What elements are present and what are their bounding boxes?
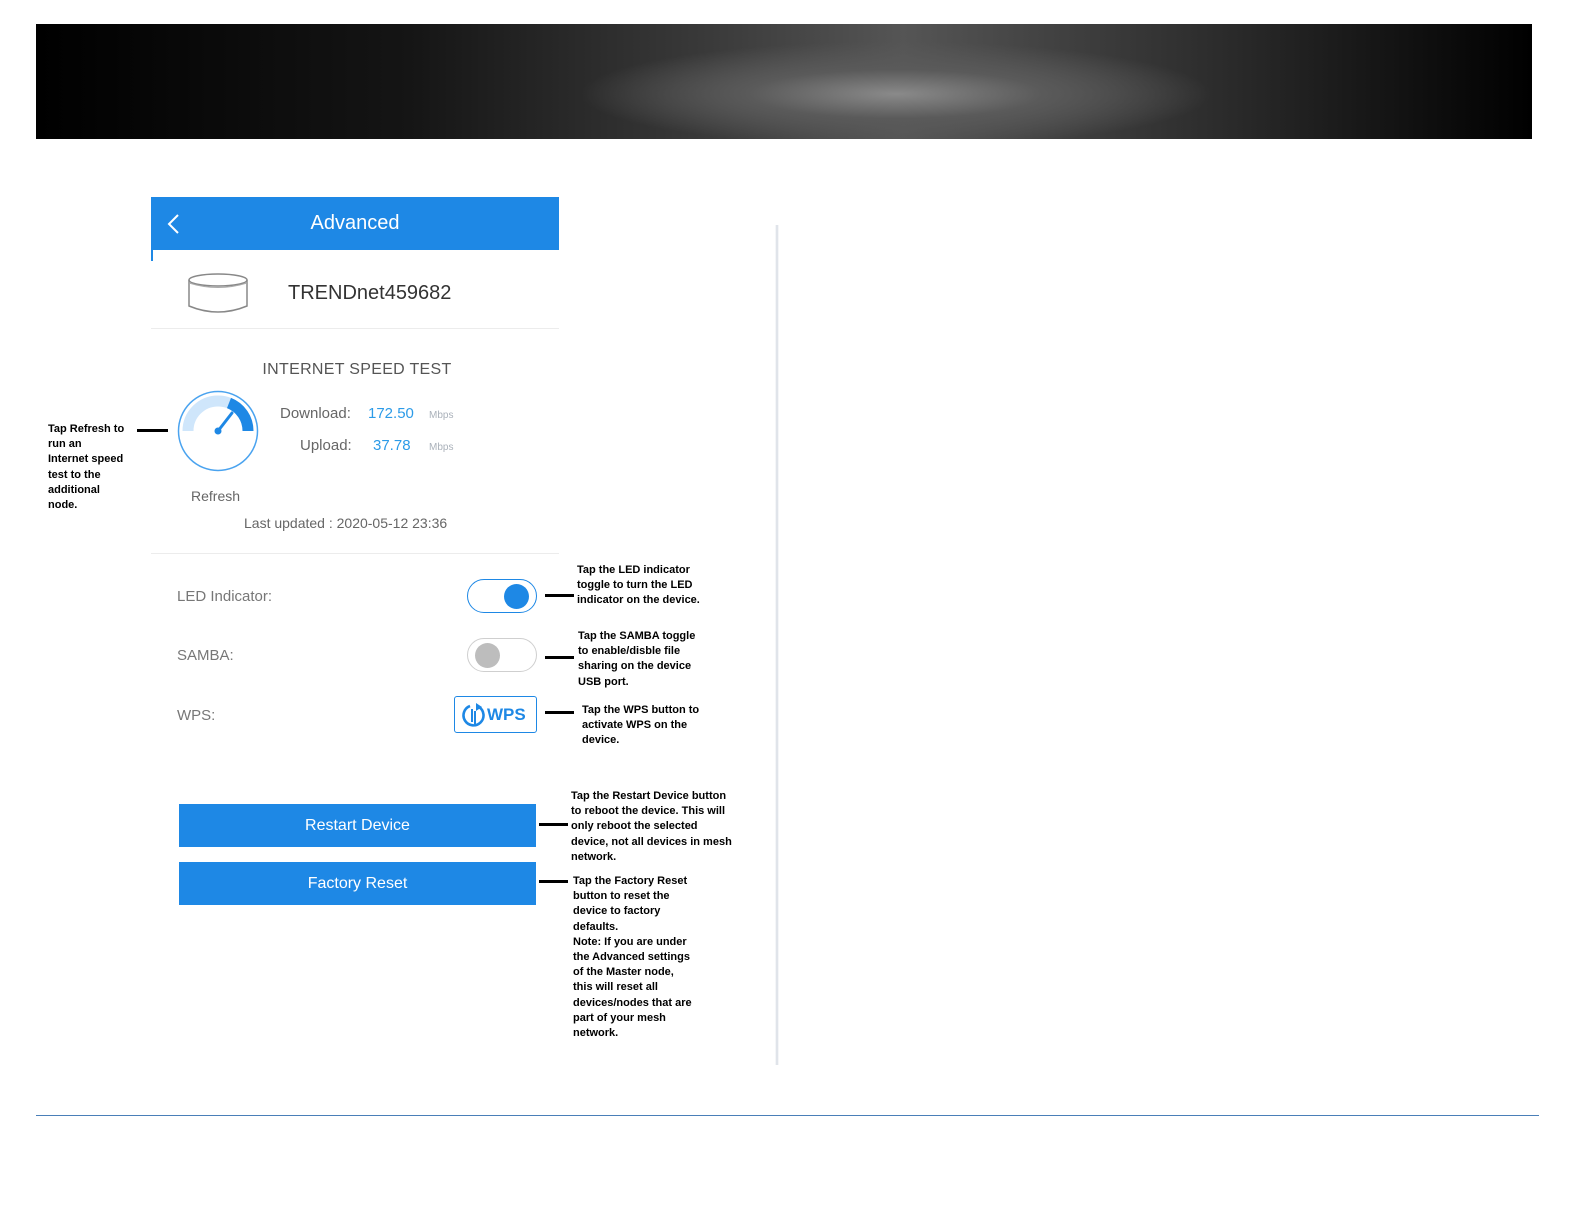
header-edge xyxy=(151,250,153,261)
restart-device-button[interactable]: Restart Device xyxy=(179,804,536,847)
separator xyxy=(151,553,559,554)
callout-factory: Tap the Factory Reset button to reset th… xyxy=(573,875,692,1040)
callout-wps: Tap the WPS button to activate WPS on th… xyxy=(582,704,700,747)
callout-led: Tap the LED indicator toggle to turn the… xyxy=(577,564,700,607)
callout-pointer xyxy=(539,823,568,826)
wps-button-label: WPS xyxy=(487,705,526,724)
speed-test-title: INTERNET SPEED TEST xyxy=(262,361,452,378)
led-indicator-toggle[interactable] xyxy=(467,579,537,613)
download-label: Download: xyxy=(280,405,351,422)
download-value: 172.50 xyxy=(368,405,414,422)
toggle-knob xyxy=(504,584,529,609)
refresh-label[interactable]: Refresh xyxy=(191,488,240,504)
callout-pointer xyxy=(545,711,574,714)
separator xyxy=(151,328,559,329)
footer-rule xyxy=(36,1115,1539,1116)
router-device-icon xyxy=(188,273,248,313)
factory-reset-button[interactable]: Factory Reset xyxy=(179,862,536,905)
callout-pointer xyxy=(545,594,574,597)
last-updated: Last updated : 2020-05-12 23:36 xyxy=(244,515,448,531)
wps-icon xyxy=(462,703,485,727)
advanced-screen: Advanced TRENDnet459682 INTERNET SPEED T… xyxy=(151,197,559,917)
page-banner xyxy=(36,24,1532,139)
upload-label: Upload: xyxy=(300,437,352,454)
speedometer-icon[interactable] xyxy=(176,389,260,473)
samba-toggle[interactable] xyxy=(467,638,537,672)
callout-samba: Tap the SAMBA toggle to enable/disble fi… xyxy=(578,630,696,688)
callout-pointer xyxy=(539,880,568,883)
device-name: TRENDnet459682 xyxy=(288,282,452,304)
toggle-knob xyxy=(475,643,500,668)
callout-restart: Tap the Restart Device button to reboot … xyxy=(571,790,732,863)
callout-pointer xyxy=(137,429,168,432)
callout-pointer xyxy=(545,656,574,659)
wps-button[interactable]: WPS xyxy=(454,696,537,733)
callout-refresh: Tap Refresh to run an Internet speed tes… xyxy=(48,423,125,512)
page-title: Advanced xyxy=(310,212,400,234)
led-indicator-label: LED Indicator: xyxy=(177,588,273,605)
upload-value: 37.78 xyxy=(373,437,411,454)
header-bar: Advanced xyxy=(151,197,559,250)
samba-label: SAMBA: xyxy=(177,647,234,664)
wps-label: WPS: xyxy=(177,707,216,724)
download-unit: Mbps xyxy=(429,410,454,421)
upload-unit: Mbps xyxy=(429,442,454,453)
page-divider xyxy=(775,225,779,1065)
